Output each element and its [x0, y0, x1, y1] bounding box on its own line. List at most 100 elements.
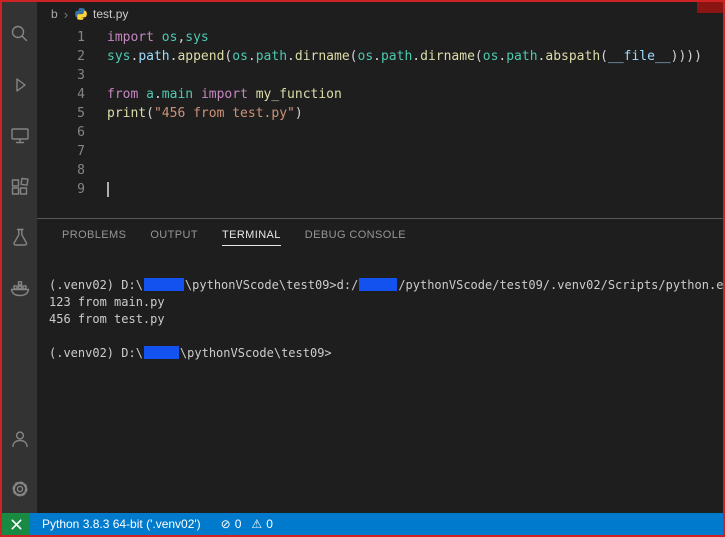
code-token: import [107, 30, 154, 45]
code-token: . [153, 87, 162, 102]
code-text: sys.path.append(os.path.dirname(os.path.… [107, 47, 702, 66]
code-line: 2 sys.path.append(os.path.dirname(os.path… [37, 47, 723, 66]
activity-bar-top [8, 22, 32, 301]
warning-count: 0 [266, 517, 273, 531]
error-icon: ⊘ [220, 517, 231, 531]
code-token: )))) [670, 49, 702, 64]
redacted-text [143, 278, 184, 291]
code-token: append [177, 49, 225, 64]
code-token: from [107, 87, 139, 102]
code-token: path [380, 49, 413, 64]
workbench: b › test.py 1 import os,sys 2 sys.path.appe… [2, 2, 723, 513]
run-debug-icon[interactable] [8, 73, 32, 97]
code-token: main [161, 87, 194, 102]
terminal-text: \pythonVScode\test09> [179, 346, 332, 360]
python-file-icon [74, 7, 88, 21]
bottom-panel: PROBLEMS OUTPUT TERMINAL DEBUG CONSOLE (… [37, 218, 723, 513]
search-icon[interactable] [8, 22, 32, 46]
chevron-right-icon: › [63, 6, 69, 22]
code-token: sys [107, 49, 131, 64]
breadcrumb: b › test.py [37, 2, 723, 26]
problems-status[interactable]: ⊘ 0 ⚠ 0 [221, 517, 273, 531]
line-number: 9 [77, 182, 85, 197]
line-number: 4 [77, 87, 85, 102]
code-token: dirname [420, 49, 475, 64]
code-line: 4 from a.main import my_function [37, 85, 723, 104]
testing-beaker-icon[interactable] [8, 226, 32, 250]
code-token: "456 from test.py" [153, 106, 295, 121]
code-text [107, 180, 109, 199]
terminal-output[interactable]: (.venv02) D:\ \pythonVScode\test09>d:/ /py… [37, 255, 723, 513]
terminal-text: 123 from main.py [49, 295, 165, 309]
code-token: path [506, 49, 538, 64]
code-text: print("456 from test.py") [107, 104, 303, 123]
code-token: os [161, 30, 178, 45]
account-icon[interactable] [8, 427, 32, 451]
code-token: ( [600, 49, 608, 64]
code-token: __file__ [608, 49, 671, 64]
line-number: 6 [77, 125, 85, 140]
code-token: os [232, 49, 248, 64]
terminal-text: /pythonVScode/test09/.venv02/Scripts/pyt… [398, 278, 723, 292]
terminal-line: (.venv02) D:\ \pythonVScode\test09>d:/ /py… [49, 277, 723, 294]
terminal-text: (.venv02) D:\ [49, 278, 143, 292]
code-token: sys [185, 30, 209, 45]
breadcrumb-folder[interactable]: b [51, 7, 58, 21]
code-token: a [146, 87, 154, 102]
terminal-line: (.venv02) D:\ \pythonVScode\test09> [49, 345, 723, 362]
code-token: os [357, 49, 374, 64]
breadcrumb-file[interactable]: test.py [93, 7, 128, 21]
line-number: 2 [77, 49, 85, 64]
line-number: 3 [77, 68, 85, 83]
extensions-icon[interactable] [8, 175, 32, 199]
warning-icon: ⚠ [251, 517, 263, 531]
redacted-text [359, 278, 398, 291]
tab-debug-console[interactable]: DEBUG CONSOLE [305, 229, 406, 246]
python-interpreter-status[interactable]: Python 3.8.3 64-bit ('.venv02') [42, 517, 201, 531]
code-text: import os,sys [107, 28, 209, 47]
editor[interactable]: 1 import os,sys 2 sys.path.append(os.path.d… [37, 26, 723, 218]
code-line: 6 [37, 123, 723, 142]
activity-bar [2, 2, 37, 513]
code-token: . [287, 49, 295, 64]
code-text: from a.main import my_function [107, 85, 342, 104]
status-bar: Python 3.8.3 64-bit ('.venv02') ⊘ 0 ⚠ 0 [2, 513, 723, 535]
code-line: 5 print("456 from test.py") [37, 104, 723, 123]
code-token: . [412, 49, 421, 64]
terminal-text: 456 from test.py [49, 312, 165, 326]
panel-tabs: PROBLEMS OUTPUT TERMINAL DEBUG CONSOLE [37, 219, 723, 255]
activity-bar-bottom [8, 427, 32, 513]
tab-terminal[interactable]: TERMINAL [221, 229, 281, 246]
code-token: os [482, 49, 499, 64]
code-token: path [138, 49, 170, 64]
code-token: dirname [294, 49, 350, 64]
terminal-text: \pythonVScode\test09>d:/ [184, 278, 359, 292]
code-token: . [373, 49, 381, 64]
code-token: . [247, 49, 256, 64]
redacted-text [143, 346, 179, 359]
line-number: 5 [77, 106, 85, 121]
code-line: 7 [37, 142, 723, 161]
code-token: import [200, 87, 248, 102]
screenshot-artifact [697, 2, 723, 13]
settings-gear-icon[interactable] [8, 477, 32, 501]
text-cursor [107, 182, 109, 197]
code-token: abspath [545, 49, 601, 64]
code-line: 3 [37, 66, 723, 85]
tab-output[interactable]: OUTPUT [150, 229, 198, 246]
remote-explorer-icon[interactable] [8, 124, 32, 148]
code-line: 8 [37, 161, 723, 180]
code-token: my_function [255, 87, 342, 102]
line-number: 7 [77, 144, 85, 159]
remote-indicator[interactable] [2, 513, 30, 535]
line-number: 1 [77, 30, 85, 45]
tab-problems[interactable]: PROBLEMS [62, 229, 126, 246]
terminal-line: 123 from main.py [49, 294, 723, 311]
terminal-line: 456 from test.py [49, 311, 723, 328]
terminal-text: (.venv02) D:\ [49, 346, 143, 360]
code-line: 1 import os,sys [37, 28, 723, 47]
docker-icon[interactable] [8, 277, 32, 301]
